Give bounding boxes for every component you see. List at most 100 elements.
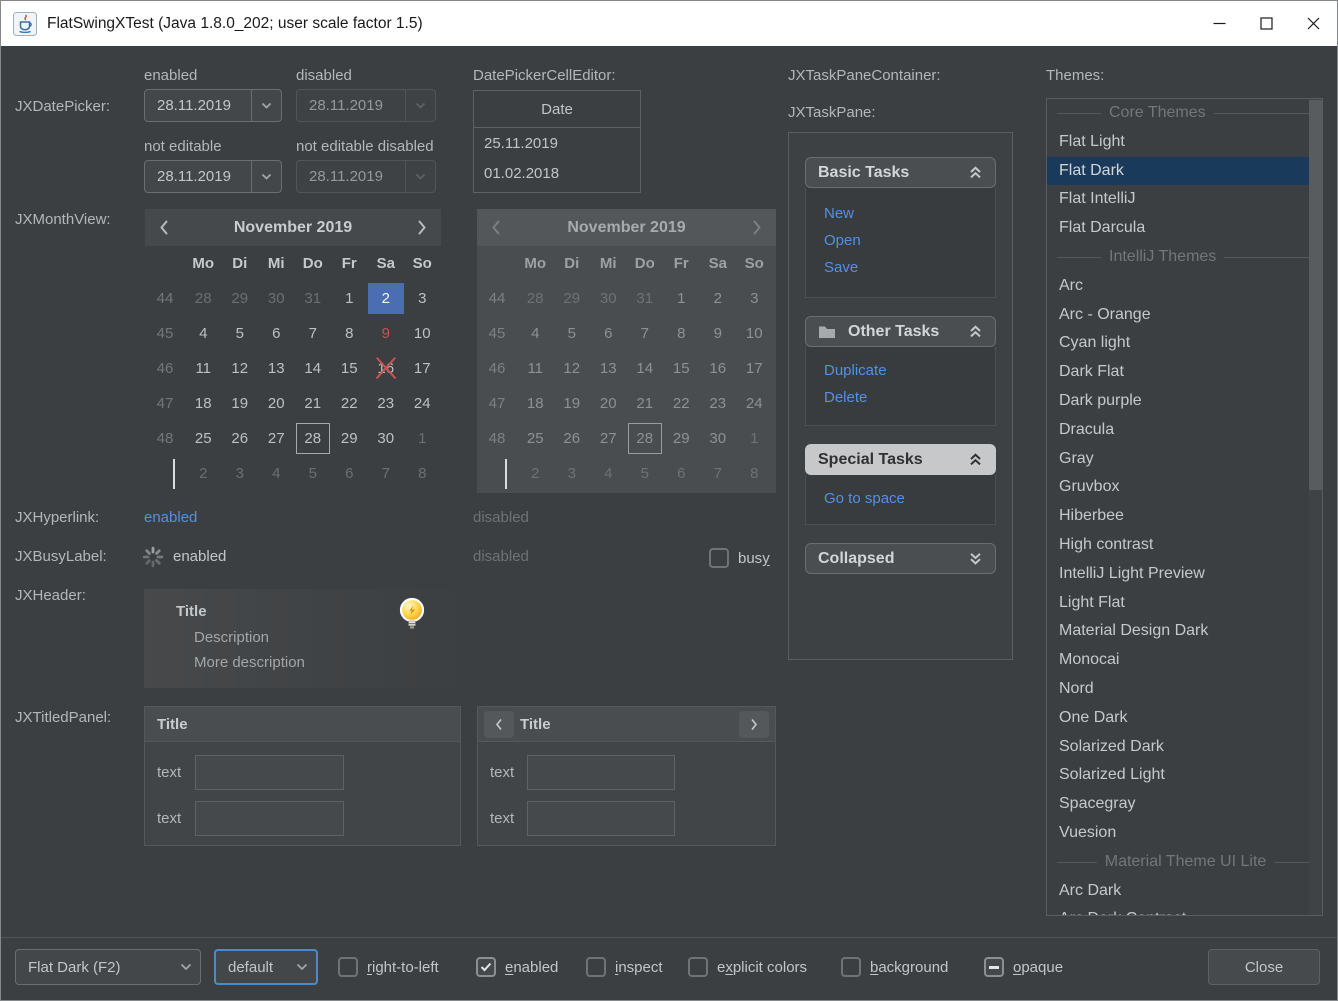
- calendar-day[interactable]: 8: [333, 318, 365, 349]
- toolbar-checkbox-enabled[interactable]: enabled: [476, 949, 558, 985]
- calendar-day[interactable]: 26: [224, 423, 256, 454]
- task-pane-header[interactable]: Basic Tasks: [805, 157, 996, 188]
- calendar-day[interactable]: 28: [187, 283, 219, 314]
- calendar-day[interactable]: 6: [333, 458, 365, 489]
- text-field[interactable]: [527, 755, 675, 790]
- task-link[interactable]: Open: [824, 227, 995, 254]
- theme-item[interactable]: Hiberbee: [1047, 502, 1322, 531]
- theme-item[interactable]: Arc Dark: [1047, 877, 1322, 906]
- checked-checkbox[interactable]: [476, 957, 496, 977]
- theme-item[interactable]: Arc: [1047, 272, 1322, 301]
- checkbox-label[interactable]: opaque: [1013, 959, 1063, 976]
- calendar-day[interactable]: 21: [297, 388, 329, 419]
- calendar-day[interactable]: 7: [370, 458, 402, 489]
- calendar-day[interactable]: 9: [370, 318, 402, 349]
- theme-item[interactable]: Arc - Orange: [1047, 301, 1322, 330]
- calendar-day[interactable]: 29: [224, 283, 256, 314]
- theme-item[interactable]: Dracula: [1047, 416, 1322, 445]
- double-chevron-up-icon[interactable]: [968, 324, 983, 339]
- calendar-day[interactable]: 28: [296, 423, 330, 454]
- unchecked-checkbox[interactable]: [586, 957, 606, 977]
- theme-item[interactable]: Gray: [1047, 445, 1322, 474]
- calendar-day[interactable]: 13: [260, 353, 292, 384]
- maximize-button[interactable]: [1243, 1, 1290, 46]
- calendar-day[interactable]: 3: [406, 283, 438, 314]
- theme-item[interactable]: Flat Dark: [1047, 157, 1322, 186]
- checkbox-label[interactable]: background: [870, 959, 948, 976]
- text-field[interactable]: [195, 801, 344, 836]
- calendar-day[interactable]: 15: [333, 353, 365, 384]
- chevron-left-button[interactable]: [484, 711, 514, 738]
- double-chevron-down-icon[interactable]: [968, 551, 983, 566]
- toolbar-checkbox-background[interactable]: background: [841, 949, 948, 985]
- theme-item[interactable]: High contrast: [1047, 531, 1322, 560]
- calendar-day[interactable]: 1: [406, 423, 438, 454]
- busy-checkbox[interactable]: busy: [709, 540, 770, 576]
- chevron-down-icon[interactable]: [251, 161, 281, 192]
- calendar-day[interactable]: 31: [297, 283, 329, 314]
- theme-item[interactable]: Flat IntelliJ: [1047, 185, 1322, 214]
- calendar-day[interactable]: 25: [187, 423, 219, 454]
- task-pane-header[interactable]: Collapsed: [805, 543, 996, 574]
- chevron-down-icon[interactable]: [171, 950, 200, 984]
- calendar-day[interactable]: 18: [187, 388, 219, 419]
- toolbar-checkbox-explicit-colors[interactable]: explicit colors: [688, 949, 807, 985]
- theme-combo[interactable]: Flat Dark (F2): [15, 949, 201, 985]
- datepicker-value[interactable]: 28.11.2019: [145, 168, 251, 185]
- calendar-day[interactable]: 11: [187, 353, 219, 384]
- theme-item[interactable]: Gruvbox: [1047, 473, 1322, 502]
- checkbox-label[interactable]: right-to-left: [367, 959, 439, 976]
- table-row[interactable]: 01.02.2018: [474, 158, 640, 188]
- toolbar-checkbox-right-to-left[interactable]: right-to-left: [338, 949, 439, 985]
- combo-value[interactable]: default: [216, 959, 287, 976]
- table-row[interactable]: 25.11.2019: [474, 128, 640, 158]
- close-button-window[interactable]: [1290, 1, 1337, 46]
- theme-item[interactable]: Spacegray: [1047, 790, 1322, 819]
- unchecked-checkbox[interactable]: [841, 957, 861, 977]
- task-link[interactable]: Delete: [824, 384, 995, 411]
- calendar-day[interactable]: 16: [370, 353, 402, 384]
- combo-value[interactable]: Flat Dark (F2): [16, 959, 171, 976]
- checkbox-label[interactable]: inspect: [615, 959, 663, 976]
- calendar-day[interactable]: 24: [406, 388, 438, 419]
- calendar-day[interactable]: 4: [260, 458, 292, 489]
- unchecked-checkbox[interactable]: [709, 548, 729, 568]
- calendar-day[interactable]: 10: [406, 318, 438, 349]
- calendar-day[interactable]: 23: [370, 388, 402, 419]
- task-link[interactable]: Duplicate: [824, 357, 995, 384]
- calendar-day[interactable]: 8: [406, 458, 438, 489]
- table-column-header[interactable]: Date: [474, 91, 640, 128]
- checkbox-label[interactable]: enabled: [505, 959, 558, 976]
- calendar-day[interactable]: 30: [370, 423, 402, 454]
- theme-item[interactable]: Vuesion: [1047, 819, 1322, 848]
- scale-combo[interactable]: default: [214, 949, 318, 985]
- calendar-day[interactable]: 2: [368, 283, 404, 314]
- datepicker-value[interactable]: 28.11.2019: [145, 97, 251, 114]
- calendar-day[interactable]: 1: [333, 283, 365, 314]
- toolbar-checkbox-opaque[interactable]: opaque: [984, 949, 1063, 985]
- theme-item[interactable]: Solarized Dark: [1047, 733, 1322, 762]
- theme-item[interactable]: IntelliJ Light Preview: [1047, 560, 1322, 589]
- theme-item[interactable]: Solarized Light: [1047, 761, 1322, 790]
- theme-item[interactable]: Flat Light: [1047, 128, 1322, 157]
- hyperlink-enabled[interactable]: enabled: [144, 509, 197, 526]
- close-button[interactable]: Close: [1208, 949, 1320, 985]
- unchecked-checkbox[interactable]: [338, 957, 358, 977]
- calendar-day[interactable]: 29: [333, 423, 365, 454]
- theme-item[interactable]: Material Design Dark: [1047, 617, 1322, 646]
- calendar-day[interactable]: 14: [297, 353, 329, 384]
- chevron-down-icon[interactable]: [251, 90, 281, 121]
- double-chevron-up-icon[interactable]: [968, 165, 983, 180]
- task-link[interactable]: Go to space: [824, 485, 995, 512]
- calendar-day[interactable]: 5: [224, 318, 256, 349]
- unchecked-checkbox[interactable]: [688, 957, 708, 977]
- calendar-day[interactable]: 4: [187, 318, 219, 349]
- theme-item[interactable]: Flat Darcula: [1047, 214, 1322, 243]
- double-chevron-up-icon[interactable]: [968, 452, 983, 467]
- calendar-day[interactable]: 5: [297, 458, 329, 489]
- task-pane-header[interactable]: Other Tasks: [805, 316, 996, 347]
- toolbar-checkbox-inspect[interactable]: inspect: [586, 949, 663, 985]
- task-link[interactable]: Save: [824, 254, 995, 281]
- calendar-day[interactable]: 19: [224, 388, 256, 419]
- task-pane-header[interactable]: Special Tasks: [805, 444, 996, 475]
